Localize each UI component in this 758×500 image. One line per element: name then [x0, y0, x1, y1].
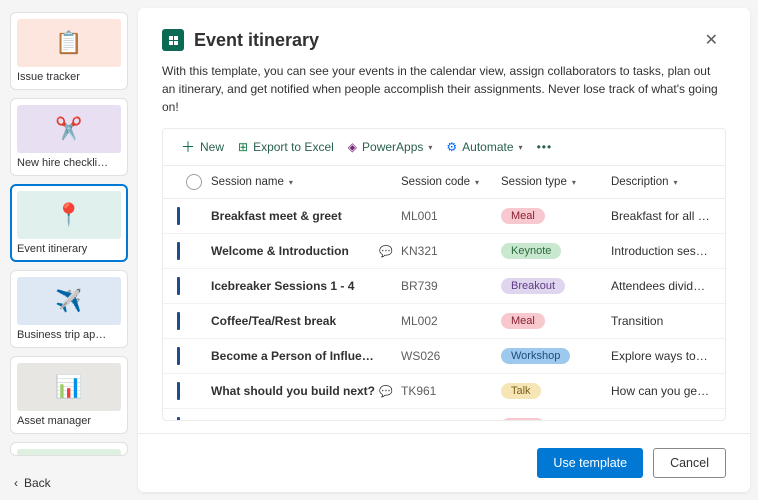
column-header-type[interactable]: Session type▾	[501, 176, 611, 188]
session-type-pill: Meal	[501, 418, 545, 420]
session-description: Attendees divide into…	[611, 279, 711, 293]
excel-icon: ⊞	[238, 140, 248, 154]
template-thumb: 📋	[17, 19, 121, 67]
row-indicator	[177, 207, 180, 225]
back-button[interactable]: ‹ Back	[10, 468, 128, 498]
chevron-down-icon: ▾	[674, 178, 678, 187]
session-name: Lunch	[211, 419, 379, 420]
template-sidebar: 📋 Issue tracker ✂️ New hire checkli… 📍 E…	[0, 0, 138, 500]
header: Event itinerary ✕ With this template, yo…	[138, 8, 750, 128]
template-label: Event itinerary	[17, 243, 121, 255]
list-app-icon	[162, 29, 184, 51]
session-type-pill: Meal	[501, 208, 545, 224]
session-description: Explore ways to influe…	[611, 349, 711, 363]
session-type-pill: Meal	[501, 313, 545, 329]
session-description: Introduction session …	[611, 244, 711, 258]
cancel-button[interactable]: Cancel	[653, 448, 726, 478]
list-preview: ＋New ⊞Export to Excel ◈PowerApps▾ ⚙Autom…	[162, 128, 726, 421]
page-title: Event itinerary	[194, 30, 319, 51]
chevron-down-icon: ▾	[572, 178, 576, 187]
template-thumb: 📍	[17, 191, 121, 239]
template-card-more[interactable]: ✅	[10, 442, 128, 456]
chevron-down-icon: ▾	[519, 143, 523, 152]
chevron-left-icon: ‹	[14, 476, 18, 490]
template-card-business-trip[interactable]: ✈️ Business trip ap…	[10, 270, 128, 348]
row-indicator	[177, 242, 180, 260]
row-indicator	[177, 347, 180, 365]
session-type-pill: Breakout	[501, 278, 565, 294]
session-name: Coffee/Tea/Rest break	[211, 314, 379, 328]
chevron-down-icon: ▾	[428, 143, 432, 152]
template-thumb: 📊	[17, 363, 121, 411]
template-label: New hire checkli…	[17, 157, 121, 169]
template-label: Issue tracker	[17, 71, 121, 83]
comment-icon[interactable]: 💬	[379, 245, 401, 258]
session-name: Icebreaker Sessions 1 - 4	[211, 279, 379, 293]
template-card-asset-manager[interactable]: 📊 Asset manager	[10, 356, 128, 434]
session-type-pill: Workshop	[501, 348, 570, 364]
session-code: ML001	[401, 209, 501, 223]
session-name: Breakfast meet & greet	[211, 209, 379, 223]
template-thumb: ✂️	[17, 105, 121, 153]
template-thumb: ✅	[17, 449, 121, 456]
column-header-desc[interactable]: Description▾	[611, 176, 711, 188]
close-button[interactable]: ✕	[697, 26, 726, 54]
row-indicator	[177, 417, 180, 420]
template-label: Business trip ap…	[17, 329, 121, 341]
modal-footer: Use template Cancel	[138, 433, 750, 492]
column-header-code[interactable]: Session code▾	[401, 176, 501, 188]
powerapps-icon: ◈	[348, 140, 357, 154]
list-row[interactable]: Breakfast meet & greet ML001Meal Breakfast…	[163, 199, 725, 234]
list-row[interactable]: What should you build next?💬TK961Talk How…	[163, 374, 725, 409]
list-row[interactable]: Become a Person of Influence WS026Worksho…	[163, 339, 725, 374]
comment-icon[interactable]: 💬	[379, 420, 401, 421]
session-type-pill: Keynote	[501, 243, 561, 259]
session-code: ML003	[401, 419, 501, 420]
new-button[interactable]: ＋New	[181, 137, 224, 157]
more-actions-button[interactable]: •••	[537, 140, 553, 154]
chevron-down-icon: ▾	[289, 178, 293, 187]
column-header-row: Session name▾ Session code▾ Session type…	[163, 166, 725, 199]
export-excel-button[interactable]: ⊞Export to Excel	[238, 140, 334, 154]
automate-icon: ⚙	[446, 140, 457, 154]
chevron-down-icon: ▾	[475, 178, 479, 187]
row-indicator	[177, 382, 180, 400]
column-header-name[interactable]: Session name▾	[211, 176, 401, 188]
session-name: What should you build next?	[211, 384, 379, 398]
row-indicator	[177, 312, 180, 330]
plus-icon: ＋	[181, 137, 195, 157]
comment-icon[interactable]: 💬	[379, 385, 401, 398]
automate-button[interactable]: ⚙Automate▾	[446, 140, 522, 154]
session-code: BR739	[401, 279, 501, 293]
session-code: WS026	[401, 349, 501, 363]
session-description: Breakfast for all atten…	[611, 209, 711, 223]
session-code: KN321	[401, 244, 501, 258]
list-toolbar: ＋New ⊞Export to Excel ◈PowerApps▾ ⚙Autom…	[163, 129, 725, 166]
main-panel: Event itinerary ✕ With this template, yo…	[138, 8, 750, 492]
back-label: Back	[24, 476, 51, 490]
session-description: Transition	[611, 314, 711, 328]
list-row[interactable]: Welcome & Introduction💬KN321Keynote Intro…	[163, 234, 725, 269]
template-label: Asset manager	[17, 415, 121, 427]
list-rows: Breakfast meet & greetML001MealBreakfast…	[163, 199, 725, 420]
list-row[interactable]: Icebreaker Sessions 1 - 4 BR739Breakout At…	[163, 269, 725, 304]
session-description: Enjoy lunch catered b…	[611, 419, 711, 420]
select-all-checkbox[interactable]	[186, 174, 202, 190]
list-row[interactable]: Lunch💬ML003Meal Enjoy lunch catered b…	[163, 409, 725, 420]
row-indicator	[177, 277, 180, 295]
template-description: With this template, you can see your eve…	[162, 62, 726, 116]
template-card-new-hire[interactable]: ✂️ New hire checkli…	[10, 98, 128, 176]
template-card-issue-tracker[interactable]: 📋 Issue tracker	[10, 12, 128, 90]
template-card-event-itinerary[interactable]: 📍 Event itinerary	[10, 184, 128, 262]
powerapps-button[interactable]: ◈PowerApps▾	[348, 140, 433, 154]
session-code: TK961	[401, 384, 501, 398]
session-type-pill: Talk	[501, 383, 541, 399]
session-name: Become a Person of Influence	[211, 349, 379, 363]
use-template-button[interactable]: Use template	[537, 448, 643, 478]
session-name: Welcome & Introduction	[211, 244, 379, 258]
template-thumb: ✈️	[17, 277, 121, 325]
session-description: How can you get over…	[611, 384, 711, 398]
list-row[interactable]: Coffee/Tea/Rest break ML002Meal Transition	[163, 304, 725, 339]
session-code: ML002	[401, 314, 501, 328]
